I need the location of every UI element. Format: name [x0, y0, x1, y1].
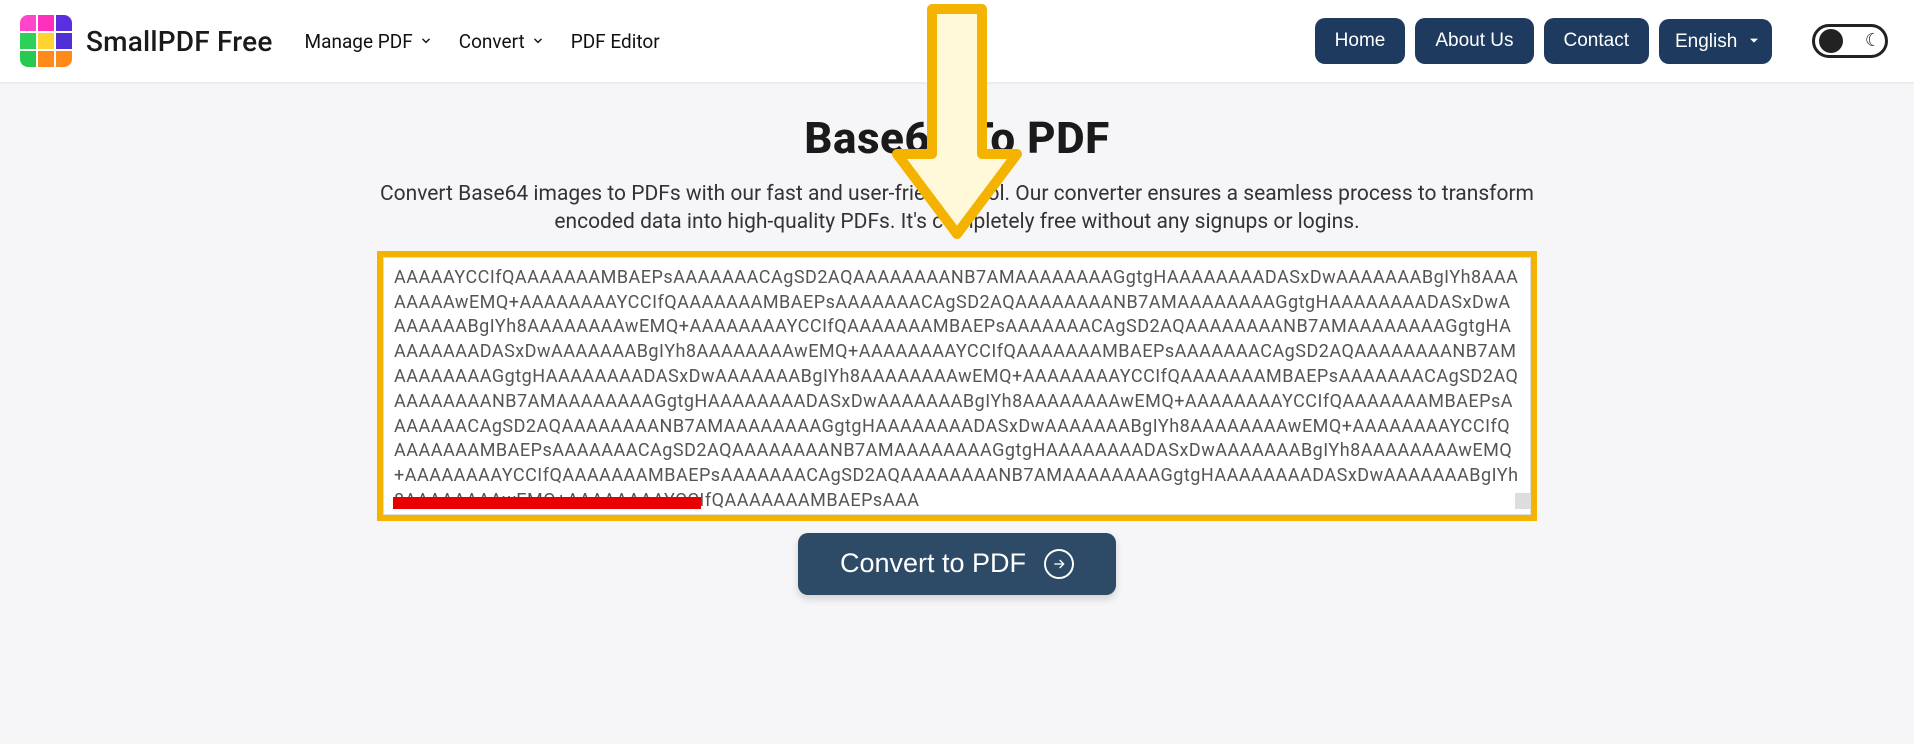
menu-convert[interactable]: Convert	[459, 30, 545, 53]
chevron-down-icon	[419, 34, 433, 48]
main-menu: Manage PDF Convert PDF Editor	[305, 30, 660, 53]
nav-contact-button[interactable]: Contact	[1544, 18, 1649, 64]
theme-toggle[interactable]: ☾	[1812, 24, 1888, 58]
scrollbar-corner	[1515, 493, 1531, 509]
logo-icon	[20, 15, 72, 67]
base64-input-wrap	[377, 251, 1537, 521]
header: SmallPDF Free Manage PDF Convert PDF Edi…	[0, 0, 1914, 84]
arrow-right-circle-icon	[1044, 549, 1074, 579]
nav-home-button[interactable]: Home	[1315, 18, 1406, 64]
nav-about-button[interactable]: About Us	[1415, 18, 1533, 64]
brand-logo[interactable]: SmallPDF Free	[20, 15, 273, 67]
convert-button[interactable]: Convert to PDF	[798, 533, 1116, 595]
menu-label: PDF Editor	[571, 30, 660, 53]
chevron-down-icon	[531, 34, 545, 48]
convert-button-label: Convert to PDF	[840, 549, 1026, 578]
brand-name: SmallPDF Free	[86, 25, 273, 58]
language-select[interactable]: English	[1659, 19, 1772, 64]
menu-label: Convert	[459, 30, 525, 53]
menu-label: Manage PDF	[305, 30, 413, 53]
moon-icon: ☾	[1865, 32, 1881, 50]
base64-textarea[interactable]	[383, 257, 1531, 515]
page-description: Convert Base64 images to PDFs with our f…	[367, 180, 1547, 237]
menu-pdf-editor[interactable]: PDF Editor	[571, 30, 660, 53]
main-content: Base64 To PDF Convert Base64 images to P…	[0, 84, 1914, 744]
nav-buttons: Home About Us Contact English	[1315, 18, 1772, 64]
spellcheck-underline	[393, 497, 701, 509]
menu-manage-pdf[interactable]: Manage PDF	[305, 30, 433, 53]
toggle-knob	[1819, 29, 1843, 53]
page-title: Base64 To PDF	[0, 112, 1914, 164]
